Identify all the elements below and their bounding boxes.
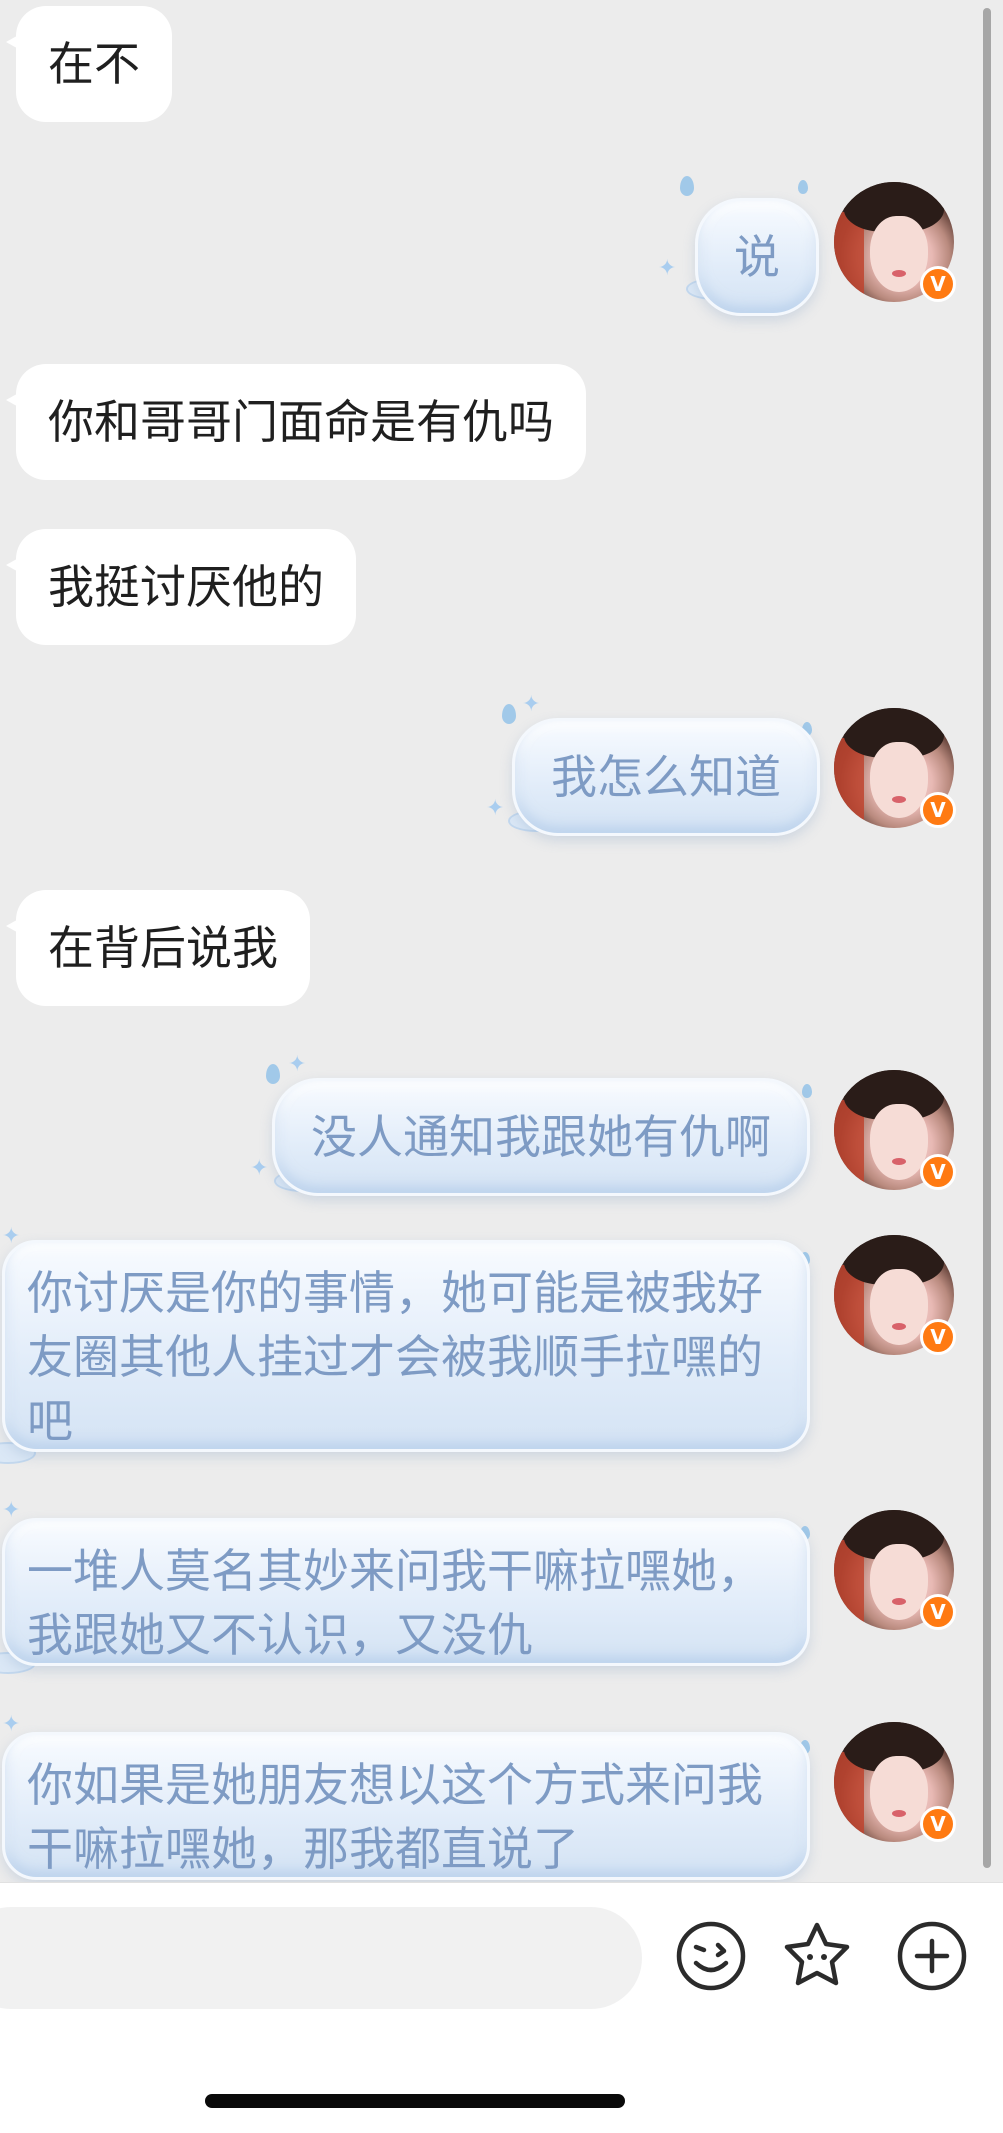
chat-area[interactable]: 在不 ✦ 说 V 你和哥哥门面命是有仇吗 我挺讨厌他的 ✦ ✦ 我怎么知道 V … <box>0 0 1003 1882</box>
verified-badge-icon: V <box>920 1154 956 1190</box>
home-indicator[interactable] <box>205 2094 625 2108</box>
verified-badge-icon: V <box>920 1594 956 1630</box>
verified-badge-icon: V <box>920 1319 956 1355</box>
more-button[interactable] <box>895 1919 969 1993</box>
user-avatar[interactable]: V <box>834 708 956 828</box>
message-bubble-incoming[interactable]: 你和哥哥门面命是有仇吗 <box>6 364 586 480</box>
message-bubble-incoming[interactable]: 在不 <box>6 6 172 122</box>
message-bubble-outgoing[interactable]: 我怎么知道 <box>512 718 820 836</box>
user-avatar[interactable]: V <box>834 1722 956 1842</box>
verified-badge-icon: V <box>920 266 956 302</box>
message-bubble-outgoing[interactable]: 一堆人莫名其妙来问我干嘛拉嘿她，我跟她又不认识，又没仇 <box>2 1518 810 1666</box>
message-bubble-outgoing[interactable]: 没人通知我跟她有仇啊 <box>272 1078 810 1196</box>
message-bubble-incoming[interactable]: 我挺讨厌他的 <box>6 529 356 645</box>
message-bubble-outgoing[interactable]: 你如果是她朋友想以这个方式来问我干嘛拉嘿她，那我都直说了 <box>2 1732 810 1880</box>
user-avatar[interactable]: V <box>834 1235 956 1355</box>
message-bubble-outgoing[interactable]: 说 <box>695 198 819 316</box>
star-sticker-icon <box>784 1922 850 1986</box>
emoji-button[interactable] <box>674 1919 748 1993</box>
user-avatar[interactable]: V <box>834 1510 956 1630</box>
verified-badge-icon: V <box>920 792 956 828</box>
verified-badge-icon: V <box>920 1806 956 1842</box>
scrollbar[interactable] <box>983 8 991 1868</box>
smiley-face-icon <box>676 1921 746 1991</box>
sticker-button[interactable] <box>780 1919 854 1993</box>
user-avatar[interactable]: V <box>834 182 956 302</box>
message-bubble-incoming[interactable]: 在背后说我 <box>6 890 310 1006</box>
message-bubble-outgoing[interactable]: 你讨厌是你的事情，她可能是被我好友圈其他人挂过才会被我顺手拉嘿的吧 <box>2 1240 810 1452</box>
message-input[interactable] <box>0 1907 642 2009</box>
plus-circle-icon <box>897 1921 967 1991</box>
user-avatar[interactable]: V <box>834 1070 956 1190</box>
